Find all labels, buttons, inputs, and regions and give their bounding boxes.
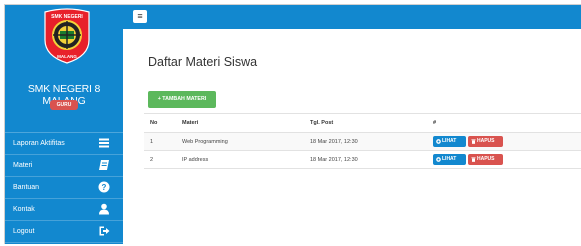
sidebar-item-laporan-aktifitas[interactable]: Laporan Aktifitas <box>5 133 123 155</box>
add-materi-button[interactable]: + TAMBAH MATERI <box>148 91 216 108</box>
delete-button[interactable]: HAPUS <box>468 154 503 165</box>
logout-icon <box>99 226 110 236</box>
sidebar-item-bantuan[interactable]: Bantuan ? <box>5 177 123 199</box>
logo-top-text: SMK NEGERI <box>51 14 83 20</box>
header-no: No <box>150 120 158 126</box>
view-button[interactable]: LIHAT <box>433 154 466 165</box>
sidebar-item-logout[interactable]: Logout <box>5 221 123 243</box>
question-icon: ? <box>98 181 110 193</box>
page-title: Daftar Materi Siswa <box>148 55 258 69</box>
header-tgl-post: Tgl. Post <box>310 120 334 126</box>
cell-tgl-post: 18 Mar 2017, 12:30 <box>310 139 358 145</box>
sidebar-item-materi[interactable]: Materi <box>5 155 123 177</box>
trash-icon <box>471 157 476 162</box>
table-row: 2 IP address 18 Mar 2017, 12:30 LIHAT HA… <box>144 150 581 168</box>
menu-toggle-button[interactable]: ≡ <box>133 10 147 23</box>
logo-bottom-text: MALANG <box>57 54 77 59</box>
cell-materi: Web Programming <box>182 139 228 145</box>
role-badge: GURU <box>50 100 78 110</box>
eye-icon <box>436 157 441 162</box>
book-icon <box>99 160 109 170</box>
school-logo: SMK NEGERI MALANG <box>44 8 90 64</box>
cell-materi: IP address <box>182 157 209 163</box>
topbar: ≡ <box>123 5 581 29</box>
sidebar-item-kontak[interactable]: Kontak <box>5 199 123 221</box>
sidebar-item-label: Laporan Aktifitas <box>13 140 65 147</box>
delete-button-label: HAPUS <box>477 156 495 162</box>
app-frame: SMK NEGERI MALANG SMK NEGERI 8 MALANG GU… <box>4 4 581 244</box>
sidebar-item-label: Kontak <box>13 206 35 213</box>
sidebar-item-label: Bantuan <box>13 184 40 191</box>
header-actions: # <box>433 120 437 126</box>
user-icon <box>99 203 109 215</box>
cell-tgl-post: 18 Mar 2017, 12:30 <box>310 157 358 163</box>
sidebar-item-label: Logout <box>13 228 35 235</box>
eye-icon <box>436 139 441 144</box>
svg-text:?: ? <box>102 183 107 192</box>
sidebar-item-label: Materi <box>13 162 33 169</box>
table-header-row: No Materi Tgl. Post # <box>144 113 581 132</box>
sidebar: SMK NEGERI MALANG SMK NEGERI 8 MALANG GU… <box>5 5 123 244</box>
delete-button-label: HAPUS <box>477 138 495 144</box>
cell-no: 2 <box>150 157 154 163</box>
view-button-label: LIHAT <box>442 138 457 144</box>
cell-no: 1 <box>150 139 154 145</box>
list-icon <box>99 138 109 148</box>
view-button-label: LIHAT <box>442 156 457 162</box>
header-materi: Materi <box>182 120 199 126</box>
trash-icon <box>471 139 476 144</box>
table-row: 1 Web Programming 18 Mar 2017, 12:30 LIH… <box>144 132 581 150</box>
view-button[interactable]: LIHAT <box>433 136 466 147</box>
delete-button[interactable]: HAPUS <box>468 136 503 147</box>
table-bottom-border <box>144 168 581 169</box>
